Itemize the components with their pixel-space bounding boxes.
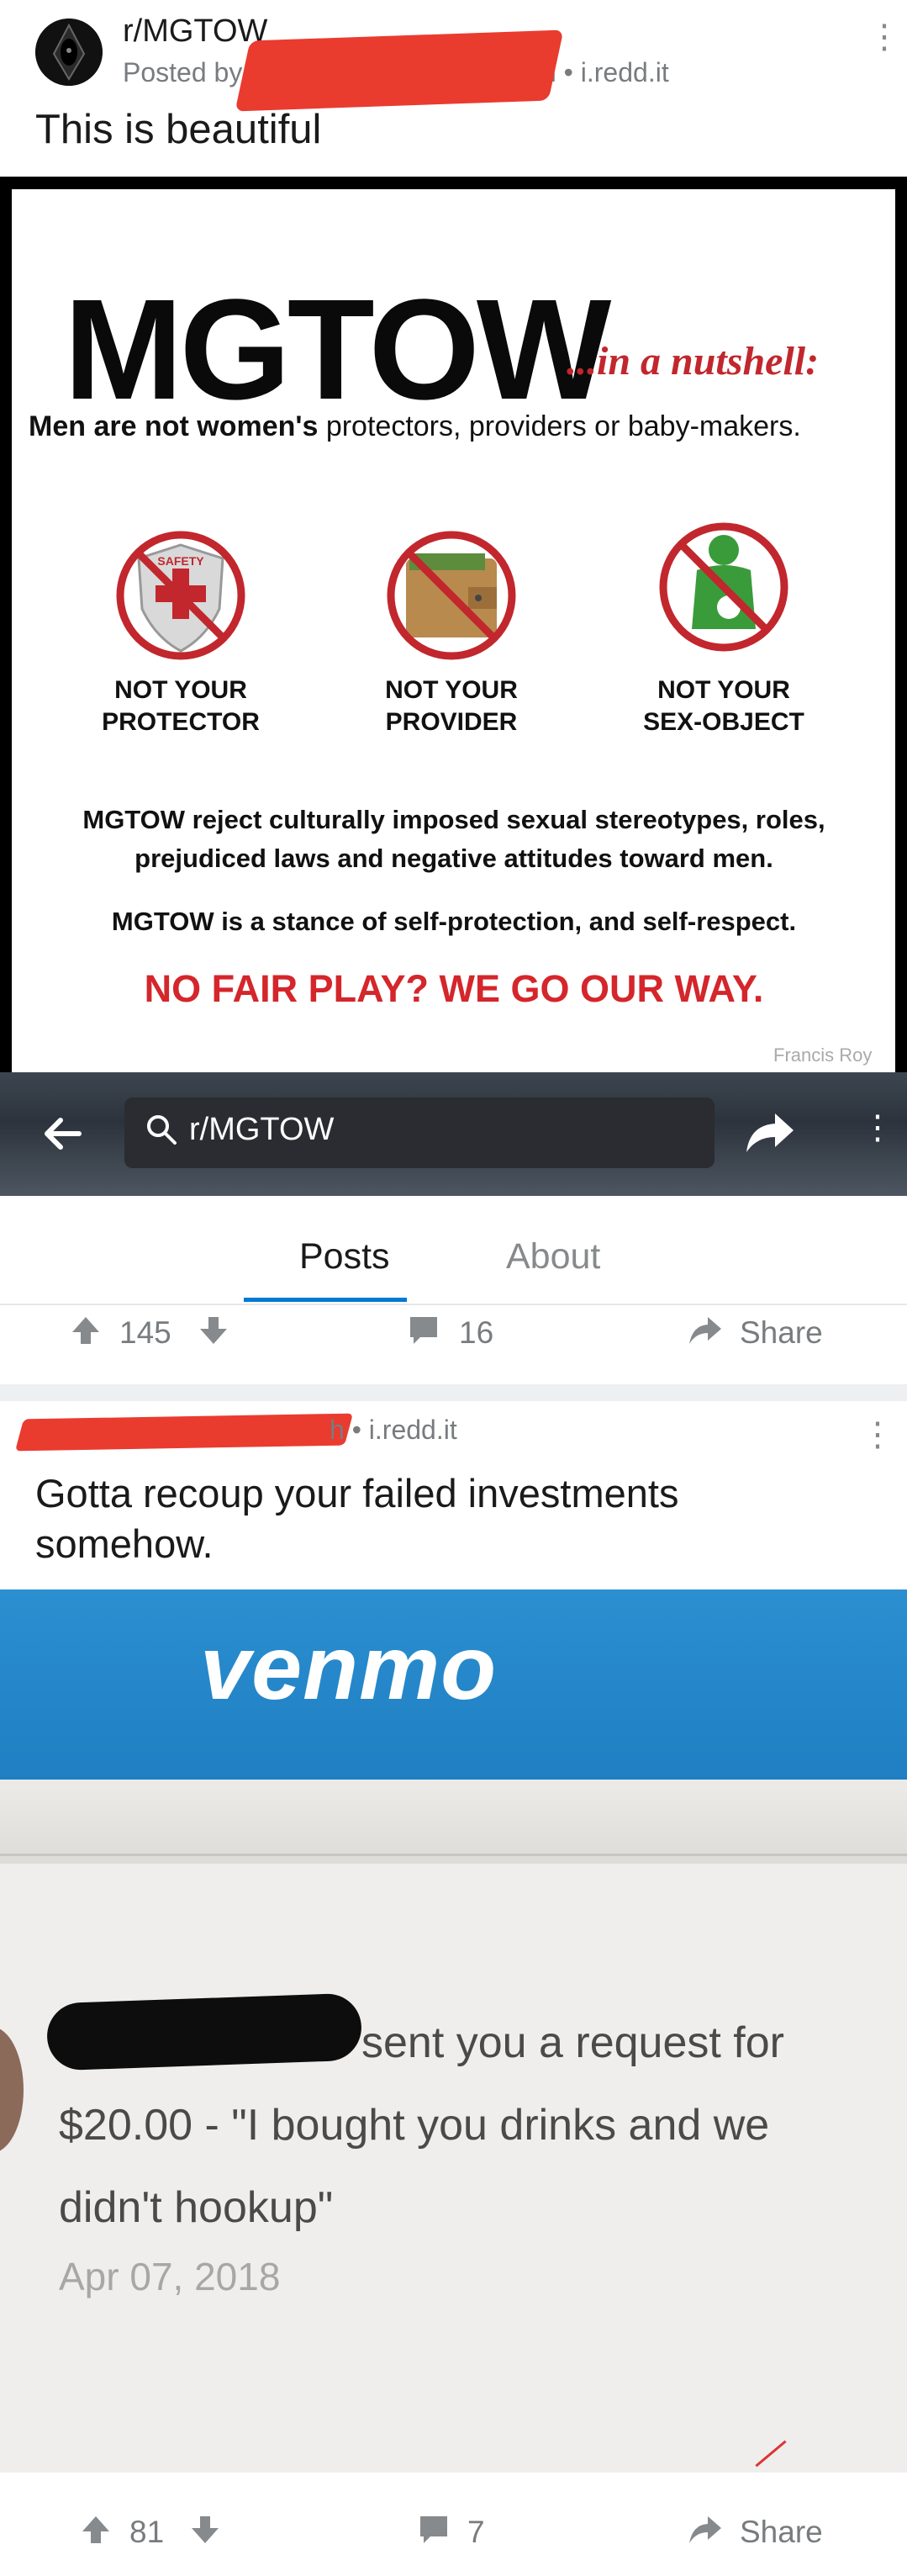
poster-headline: MGTOW: [64, 270, 611, 430]
no-wallet-icon: [387, 531, 516, 660]
icon-label-sex-object: NOT YOUR SEX-OBJECT: [643, 676, 804, 736]
post-title[interactable]: This is beautiful: [35, 106, 321, 153]
comment-icon[interactable]: [405, 1312, 442, 1349]
overflow-menu-icon[interactable]: ⋮: [861, 1111, 894, 1145]
icon-label-provider: NOT YOUR PROVIDER: [385, 676, 518, 736]
poster-paragraph-1: MGTOW reject culturally imposed sexual s…: [82, 805, 825, 873]
back-arrow-icon[interactable]: [37, 1108, 87, 1159]
downvote-icon[interactable]: [187, 2511, 224, 2548]
redaction-mark: [45, 1992, 363, 2071]
share-button[interactable]: Share: [740, 2515, 823, 2550]
comment-count[interactable]: 16: [459, 1315, 493, 1351]
vote-count: 145: [119, 1315, 171, 1350]
downvote-icon[interactable]: [195, 1312, 232, 1349]
mgtow-logo-icon: [35, 19, 103, 86]
subreddit-avatar[interactable]: [35, 19, 103, 86]
poster-tagline: Men are not women's protectors, provider…: [29, 410, 801, 442]
vote-count: 81: [129, 2515, 165, 2549]
poster-credit: Francis Roy: [773, 1045, 873, 1066]
search-icon: [147, 1115, 177, 1145]
search-input[interactable]: r/MGTOW: [189, 1112, 334, 1148]
icon-label-protector: NOT YOUR PROTECTOR: [102, 676, 260, 736]
share-icon[interactable]: [686, 2511, 723, 2548]
post-meta: h • i.redd.it: [330, 1415, 457, 1445]
venmo-logo: venmo: [200, 1616, 498, 1718]
upvote-icon[interactable]: [77, 2511, 114, 2548]
divider: [0, 1854, 907, 1856]
upvote-icon[interactable]: [67, 1312, 104, 1349]
more-options-icon[interactable]: ⋮: [861, 1418, 894, 1452]
post-divider: [0, 1384, 907, 1401]
redaction-mark: [235, 29, 564, 112]
comment-count[interactable]: 7: [467, 2515, 485, 2550]
poster-subhead: ...in a nutshell:: [567, 339, 820, 383]
more-options-icon[interactable]: ⋮: [867, 20, 901, 54]
active-tab-indicator: [244, 1298, 407, 1302]
subreddit-name[interactable]: r/MGTOW: [123, 13, 267, 50]
tab-bar: [0, 1196, 907, 1305]
share-button[interactable]: Share: [740, 1315, 823, 1351]
comment-icon[interactable]: [415, 2511, 452, 2548]
tab-posts[interactable]: Posts: [299, 1236, 390, 1277]
no-shield-icon: SAFETY: [116, 531, 245, 660]
posted-by-label: Posted by: [123, 57, 243, 87]
no-figure-icon: [659, 522, 788, 652]
request-date: Apr 07, 2018: [59, 2255, 281, 2298]
redaction-mark: [14, 1413, 354, 1452]
venmo-subheader: [0, 1780, 907, 1864]
poster-paragraph-2: MGTOW is a stance of self-protection, an…: [111, 907, 797, 936]
share-icon[interactable]: [740, 1103, 799, 1162]
share-icon[interactable]: [686, 1312, 723, 1349]
svg-text:SAFETY: SAFETY: [157, 554, 204, 568]
poster-slogan: NO FAIR PLAY? WE GO OUR WAY.: [144, 967, 764, 1010]
tab-about[interactable]: About: [506, 1236, 600, 1277]
post-title[interactable]: Gotta recoup your failed investments som…: [35, 1468, 859, 1569]
